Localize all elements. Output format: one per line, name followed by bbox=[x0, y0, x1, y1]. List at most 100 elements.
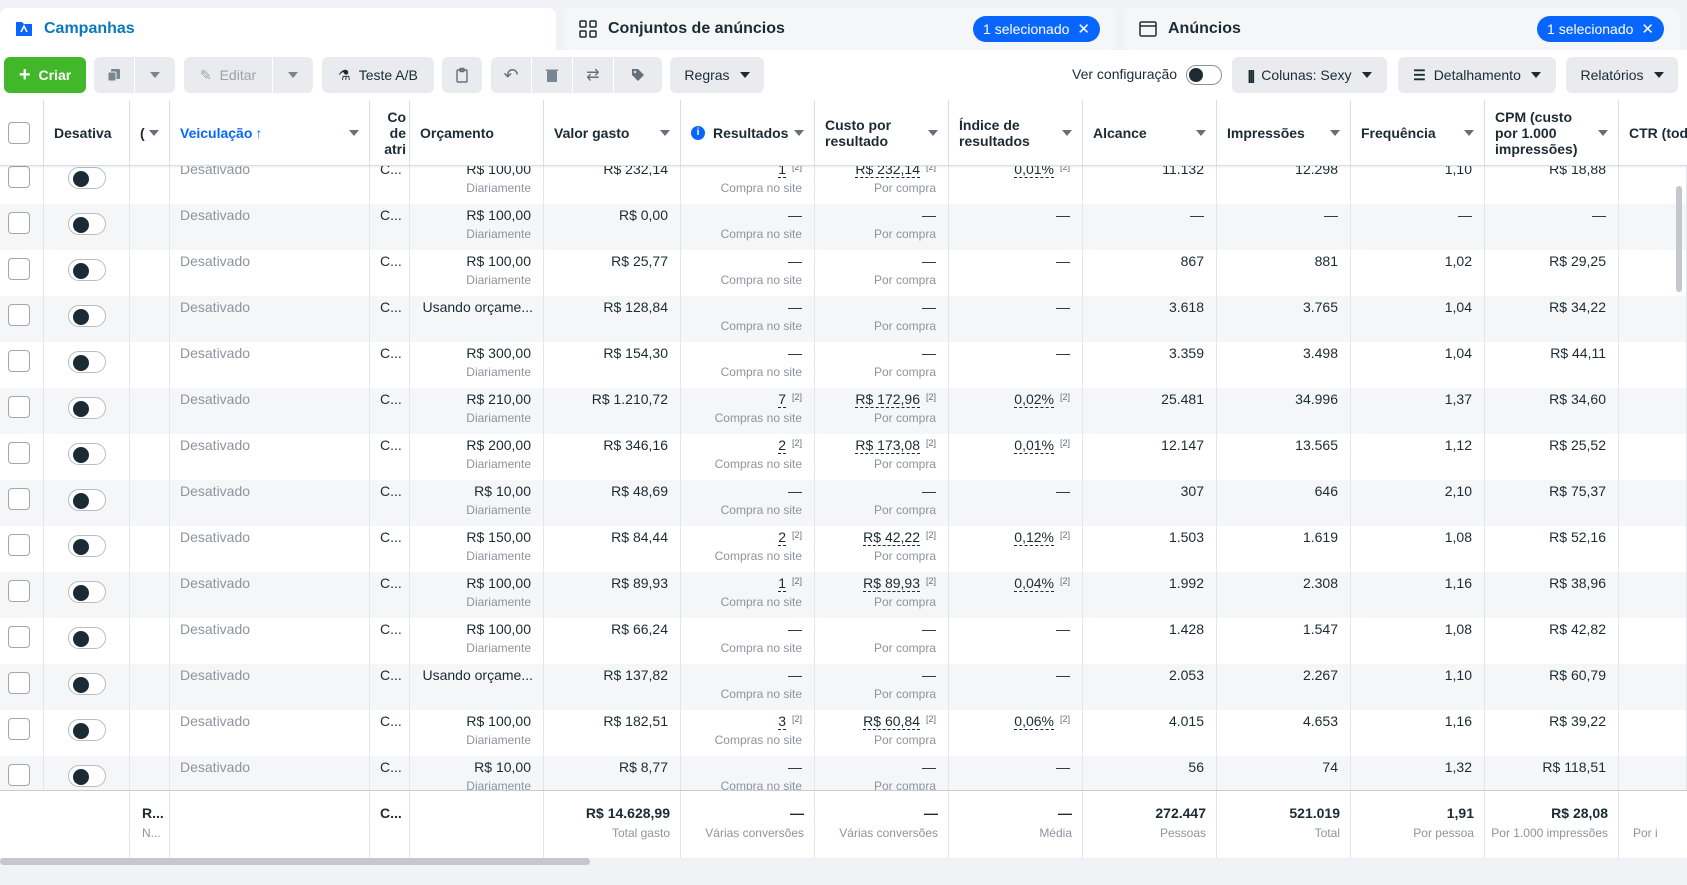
row-status-toggle[interactable] bbox=[68, 581, 106, 603]
row-status-toggle[interactable] bbox=[68, 167, 106, 189]
row-checkbox[interactable] bbox=[8, 626, 30, 648]
col-impressions[interactable]: Impressões bbox=[1217, 100, 1351, 166]
freq-value: 1,02 bbox=[1444, 253, 1472, 269]
tag-button[interactable] bbox=[614, 57, 662, 93]
col-attr[interactable]: Co de atri bbox=[370, 100, 410, 166]
table-row[interactable]: Desativado C... R$ 200,00 Diariamente R$ 346… bbox=[0, 434, 1687, 480]
budget-value: R$ 100,00 bbox=[466, 207, 531, 223]
row-status-toggle[interactable] bbox=[68, 305, 106, 327]
row-status-toggle[interactable] bbox=[68, 535, 106, 557]
columns-button[interactable]: ||| Colunas: Sexy bbox=[1232, 57, 1387, 93]
results-value: — bbox=[788, 253, 802, 269]
row-checkbox[interactable] bbox=[8, 672, 30, 694]
col-frequency[interactable]: Frequência bbox=[1351, 100, 1485, 166]
tab-adsets[interactable]: Conjuntos de anúncios 1 selecionado ✕ bbox=[564, 8, 1116, 50]
table-cell: 12.147 bbox=[1083, 434, 1217, 480]
row-checkbox[interactable] bbox=[8, 350, 30, 372]
table-row[interactable]: Desativado C... R$ 100,00 Diariamente R$ 182… bbox=[0, 710, 1687, 756]
clipboard-button[interactable] bbox=[442, 57, 482, 93]
table-row[interactable]: Desativado C... R$ 150,00 Diariamente R$ 84,… bbox=[0, 526, 1687, 572]
row-status-toggle[interactable] bbox=[68, 673, 106, 695]
col-reach[interactable]: Alcance bbox=[1083, 100, 1217, 166]
breakdown-button[interactable]: ☰ Detalhamento bbox=[1398, 57, 1556, 93]
create-button[interactable]: + Criar bbox=[4, 57, 86, 93]
col-c2[interactable]: ( bbox=[130, 100, 170, 166]
row-status-toggle[interactable] bbox=[68, 719, 106, 741]
table-row[interactable]: Desativado C... R$ 100,00 Diariamente R$ 89,… bbox=[0, 572, 1687, 618]
row-checkbox[interactable] bbox=[8, 488, 30, 510]
info-icon[interactable]: i bbox=[691, 126, 705, 140]
reach-cell-main: 867 bbox=[1181, 253, 1204, 269]
table-cell: C... bbox=[370, 434, 410, 480]
edit-button[interactable]: ✎ Editar bbox=[184, 57, 272, 93]
col-spent[interactable]: Valor gasto bbox=[544, 100, 681, 166]
col-cpm[interactable]: CPM (custo por 1.000 impressões) bbox=[1485, 100, 1619, 166]
table-row[interactable]: Desativado C... R$ 300,00 Diariamente R$ 154… bbox=[0, 342, 1687, 388]
vertical-scrollbar[interactable] bbox=[1676, 186, 1682, 292]
row-checkbox[interactable] bbox=[8, 166, 30, 188]
row-checkbox[interactable] bbox=[8, 304, 30, 326]
horizontal-scrollbar[interactable] bbox=[0, 858, 1687, 870]
row-checkbox[interactable] bbox=[8, 396, 30, 418]
ads-selection-pill[interactable]: 1 selecionado ✕ bbox=[1537, 16, 1664, 42]
clear-selection-icon[interactable]: ✕ bbox=[1077, 20, 1090, 38]
chevron-down-icon bbox=[1464, 130, 1474, 136]
spent-cell-main: R$ 137,82 bbox=[603, 667, 668, 683]
tab-campaigns[interactable]: Campanhas bbox=[0, 8, 556, 50]
row-status-toggle[interactable] bbox=[68, 351, 106, 373]
table-row[interactable]: Desativado C... R$ 100,00 Diariamente R$ 0,0… bbox=[0, 204, 1687, 250]
row-checkbox[interactable] bbox=[8, 212, 30, 234]
row-checkbox[interactable] bbox=[8, 442, 30, 464]
table-row[interactable]: Desativado C... Usando orçame... R$ 137,82 —… bbox=[0, 664, 1687, 710]
view-config-toggle[interactable] bbox=[1186, 65, 1222, 85]
undo-button[interactable]: ↶ bbox=[491, 57, 531, 93]
horizontal-scrollbar-thumb[interactable] bbox=[0, 858, 590, 865]
clear-selection-icon[interactable]: ✕ bbox=[1641, 20, 1654, 38]
col-attr-label: Co de atri bbox=[384, 109, 406, 157]
col-delivery[interactable]: Veiculação ↑ bbox=[170, 100, 370, 166]
col-rate[interactable]: Índice de resultados bbox=[949, 100, 1083, 166]
table-cell bbox=[44, 710, 130, 756]
table-cell: R$ 10,00 Diariamente bbox=[410, 480, 544, 526]
duplicate-button[interactable] bbox=[94, 57, 134, 93]
adsets-selection-pill[interactable]: 1 selecionado ✕ bbox=[973, 16, 1100, 42]
col-off[interactable]: Desativa bbox=[44, 100, 130, 166]
table-row[interactable]: Desativado C... R$ 100,00 Diariamente R$ 232… bbox=[0, 166, 1687, 204]
col-reach-label: Alcance bbox=[1093, 125, 1147, 141]
row-checkbox[interactable] bbox=[8, 580, 30, 602]
row-checkbox[interactable] bbox=[8, 718, 30, 740]
row-status-toggle[interactable] bbox=[68, 765, 106, 787]
ab-test-button[interactable]: ⚗ Teste A/B bbox=[322, 57, 434, 93]
row-status-toggle[interactable] bbox=[68, 213, 106, 235]
row-checkbox[interactable] bbox=[8, 534, 30, 556]
spent-value: R$ 25,77 bbox=[611, 253, 668, 269]
duplicate-dropdown-button[interactable] bbox=[135, 57, 175, 93]
delete-button[interactable] bbox=[532, 57, 572, 93]
select-all-checkbox[interactable] bbox=[8, 122, 30, 144]
col-budget[interactable]: Orçamento bbox=[410, 100, 544, 166]
table-row[interactable]: Desativado C... R$ 100,00 Diariamente R$ 66,… bbox=[0, 618, 1687, 664]
table-cell: R$ 100,00 Diariamente bbox=[410, 572, 544, 618]
table-row[interactable]: Desativado C... Usando orçame... R$ 128,84 —… bbox=[0, 296, 1687, 342]
row-checkbox[interactable] bbox=[8, 258, 30, 280]
spent-value: R$ 154,30 bbox=[603, 345, 668, 361]
budget-cell-main: R$ 100,00 bbox=[466, 575, 531, 591]
preview-button[interactable]: ⇄ bbox=[573, 57, 613, 93]
row-status-toggle[interactable] bbox=[68, 489, 106, 511]
col-ctr[interactable]: CTR (todo bbox=[1619, 100, 1687, 166]
row-status-toggle[interactable] bbox=[68, 259, 106, 281]
tab-ads[interactable]: Anúncios 1 selecionado ✕ bbox=[1124, 8, 1680, 50]
row-status-toggle[interactable] bbox=[68, 627, 106, 649]
row-checkbox[interactable] bbox=[8, 764, 30, 786]
edit-dropdown-button[interactable] bbox=[273, 57, 313, 93]
table-row[interactable]: Desativado C... R$ 210,00 Diariamente R$ 1.2… bbox=[0, 388, 1687, 434]
table-row[interactable]: Desativado C... R$ 100,00 Diariamente R$ 25,… bbox=[0, 250, 1687, 296]
table-row[interactable]: Desativado C... R$ 10,00 Diariamente R$ 48,6… bbox=[0, 480, 1687, 526]
rules-button[interactable]: Regras bbox=[670, 57, 764, 93]
row-status-toggle[interactable] bbox=[68, 397, 106, 419]
spent-value: R$ 1.210,72 bbox=[591, 391, 668, 407]
col-results[interactable]: i Resultados bbox=[681, 100, 815, 166]
col-cost[interactable]: Custo por resultado bbox=[815, 100, 949, 166]
row-status-toggle[interactable] bbox=[68, 443, 106, 465]
reports-button[interactable]: Relatórios bbox=[1566, 57, 1678, 93]
